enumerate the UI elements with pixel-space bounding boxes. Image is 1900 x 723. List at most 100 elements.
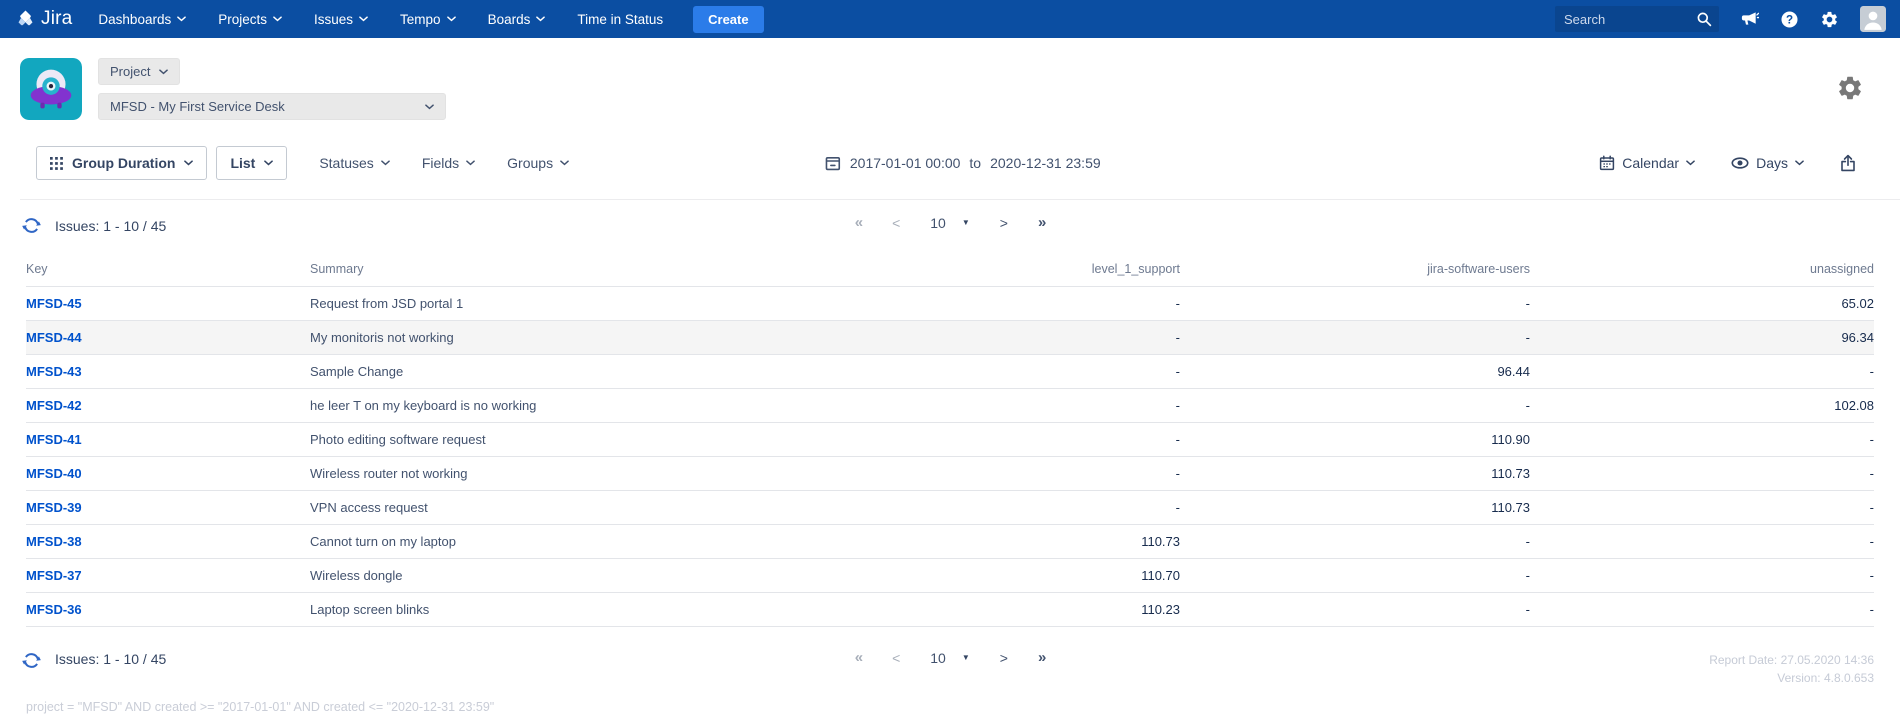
value-jira-software-users: - (1180, 389, 1530, 423)
brand-name: Jira (41, 8, 72, 30)
nav-boards[interactable]: Boards (488, 12, 546, 27)
nav-projects[interactable]: Projects (218, 12, 282, 27)
table-row: MFSD-39 VPN access request - 110.73 - (26, 491, 1874, 525)
statuses-dropdown[interactable]: Statuses (319, 155, 389, 171)
pagination-prev[interactable]: < (892, 215, 900, 231)
table-row: MFSD-42 he leer T on my keyboard is no w… (26, 389, 1874, 423)
column-unassigned[interactable]: unassigned (1530, 253, 1874, 287)
date-range-picker[interactable]: 2017-01-01 00:00 to 2020-12-31 23:59 (825, 155, 1101, 171)
help-icon[interactable]: ? (1780, 10, 1799, 29)
nav-issues[interactable]: Issues (314, 12, 368, 27)
refresh-icon[interactable] (22, 216, 41, 235)
column-level-1-support[interactable]: level_1_support (930, 253, 1180, 287)
project-header: Project MFSD - My First Service Desk Gro… (0, 38, 1900, 200)
project-type-button[interactable]: Project (98, 58, 180, 85)
announcements-icon[interactable] (1740, 10, 1759, 29)
issues-bar-bottom: Issues: 1 - 10 / 45 « < 10 ▼ > » Report … (0, 627, 1900, 687)
pagination-first[interactable]: « (855, 649, 862, 666)
pagination-prev[interactable]: < (892, 650, 900, 666)
chevron-down-icon (447, 16, 456, 22)
jql-query-text: project = "MFSD" AND created >= "2017-01… (26, 700, 1900, 714)
table-row: MFSD-37 Wireless dongle 110.70 - - (26, 559, 1874, 593)
unit-label: Days (1756, 155, 1788, 171)
svg-text:?: ? (1786, 13, 1793, 26)
issue-key-link[interactable]: MFSD-37 (26, 559, 310, 593)
issue-key-link[interactable]: MFSD-36 (26, 593, 310, 627)
issue-key-link[interactable]: MFSD-39 (26, 491, 310, 525)
group-duration-button[interactable]: Group Duration (36, 146, 207, 180)
search-input[interactable] (1555, 6, 1719, 32)
value-level-1-support: - (930, 355, 1180, 389)
value-level-1-support: 110.73 (930, 525, 1180, 559)
chevron-down-icon (425, 104, 434, 110)
pagination-last[interactable]: » (1038, 649, 1045, 666)
create-button[interactable]: Create (693, 6, 763, 33)
group-duration-label: Group Duration (72, 155, 175, 171)
view-mode-button[interactable]: List (216, 146, 287, 180)
pagination-page-size[interactable]: 10 ▼ (930, 650, 970, 666)
grid-icon (50, 157, 63, 170)
issue-key-link[interactable]: MFSD-45 (26, 287, 310, 321)
project-select[interactable]: MFSD - My First Service Desk (98, 93, 446, 120)
column-key[interactable]: Key (26, 253, 310, 287)
value-unassigned: - (1530, 423, 1874, 457)
value-jira-software-users: 96.44 (1180, 355, 1530, 389)
date-separator: to (969, 155, 981, 171)
jira-logo-icon (14, 8, 37, 31)
date-from: 2017-01-01 00:00 (850, 155, 961, 171)
pagination-next[interactable]: > (1000, 215, 1008, 231)
table-row: MFSD-44 My monitoris not working - - 96.… (26, 321, 1874, 355)
chevron-down-icon (184, 160, 193, 166)
table-row: MFSD-40 Wireless router not working - 11… (26, 457, 1874, 491)
chevron-down-icon (159, 69, 168, 75)
pagination-next[interactable]: > (1000, 650, 1008, 666)
issue-key-link[interactable]: MFSD-41 (26, 423, 310, 457)
jira-logo[interactable]: Jira (14, 8, 72, 31)
view-mode-label: List (230, 155, 255, 171)
pagination-page-size[interactable]: 10 ▼ (930, 215, 970, 231)
fields-dropdown[interactable]: Fields (422, 155, 475, 171)
page-size-value: 10 (930, 650, 946, 666)
chevron-down-icon (359, 16, 368, 22)
gear-icon[interactable] (1820, 10, 1839, 29)
issues-count-label: Issues: 1 - 10 / 45 (55, 651, 166, 667)
issue-key-link[interactable]: MFSD-40 (26, 457, 310, 491)
refresh-icon[interactable] (22, 651, 41, 670)
column-summary[interactable]: Summary (310, 253, 930, 287)
issue-key-link[interactable]: MFSD-43 (26, 355, 310, 389)
issue-key-link[interactable]: MFSD-38 (26, 525, 310, 559)
unit-dropdown[interactable]: Days (1731, 155, 1804, 171)
report-meta: Report Date: 27.05.2020 14:36 Version: 4… (1709, 651, 1874, 687)
issue-key-link[interactable]: MFSD-42 (26, 389, 310, 423)
pagination-first[interactable]: « (855, 214, 862, 231)
export-icon[interactable] (1840, 154, 1856, 172)
nav-time-in-status[interactable]: Time in Status (577, 12, 663, 27)
user-avatar[interactable] (1860, 6, 1886, 32)
issue-summary: Sample Change (310, 355, 930, 389)
search-icon[interactable] (1696, 11, 1712, 27)
nav-tempo[interactable]: Tempo (400, 12, 456, 27)
page-size-value: 10 (930, 215, 946, 231)
report-date: Report Date: 27.05.2020 14:36 (1709, 651, 1874, 669)
project-select-value: MFSD - My First Service Desk (110, 99, 285, 114)
column-jira-software-users[interactable]: jira-software-users (1180, 253, 1530, 287)
value-jira-software-users: - (1180, 593, 1530, 627)
issue-summary: Wireless router not working (310, 457, 930, 491)
report-settings-gear-icon[interactable] (1836, 74, 1864, 102)
value-unassigned: - (1530, 559, 1874, 593)
nav-dashboards[interactable]: Dashboards (98, 12, 186, 27)
chevron-down-icon (264, 160, 273, 166)
value-level-1-support: - (930, 457, 1180, 491)
value-unassigned: - (1530, 355, 1874, 389)
groups-dropdown[interactable]: Groups (507, 155, 569, 171)
caret-down-icon: ▼ (962, 218, 970, 227)
pagination-last[interactable]: » (1038, 214, 1045, 231)
table-row: MFSD-43 Sample Change - 96.44 - (26, 355, 1874, 389)
chevron-down-icon (536, 16, 545, 22)
issue-key-link[interactable]: MFSD-44 (26, 321, 310, 355)
value-level-1-support: - (930, 423, 1180, 457)
calendar-dropdown[interactable]: Calendar (1599, 155, 1695, 171)
value-jira-software-users: 110.90 (1180, 423, 1530, 457)
nav-tempo-label: Tempo (400, 12, 441, 27)
value-level-1-support: - (930, 389, 1180, 423)
